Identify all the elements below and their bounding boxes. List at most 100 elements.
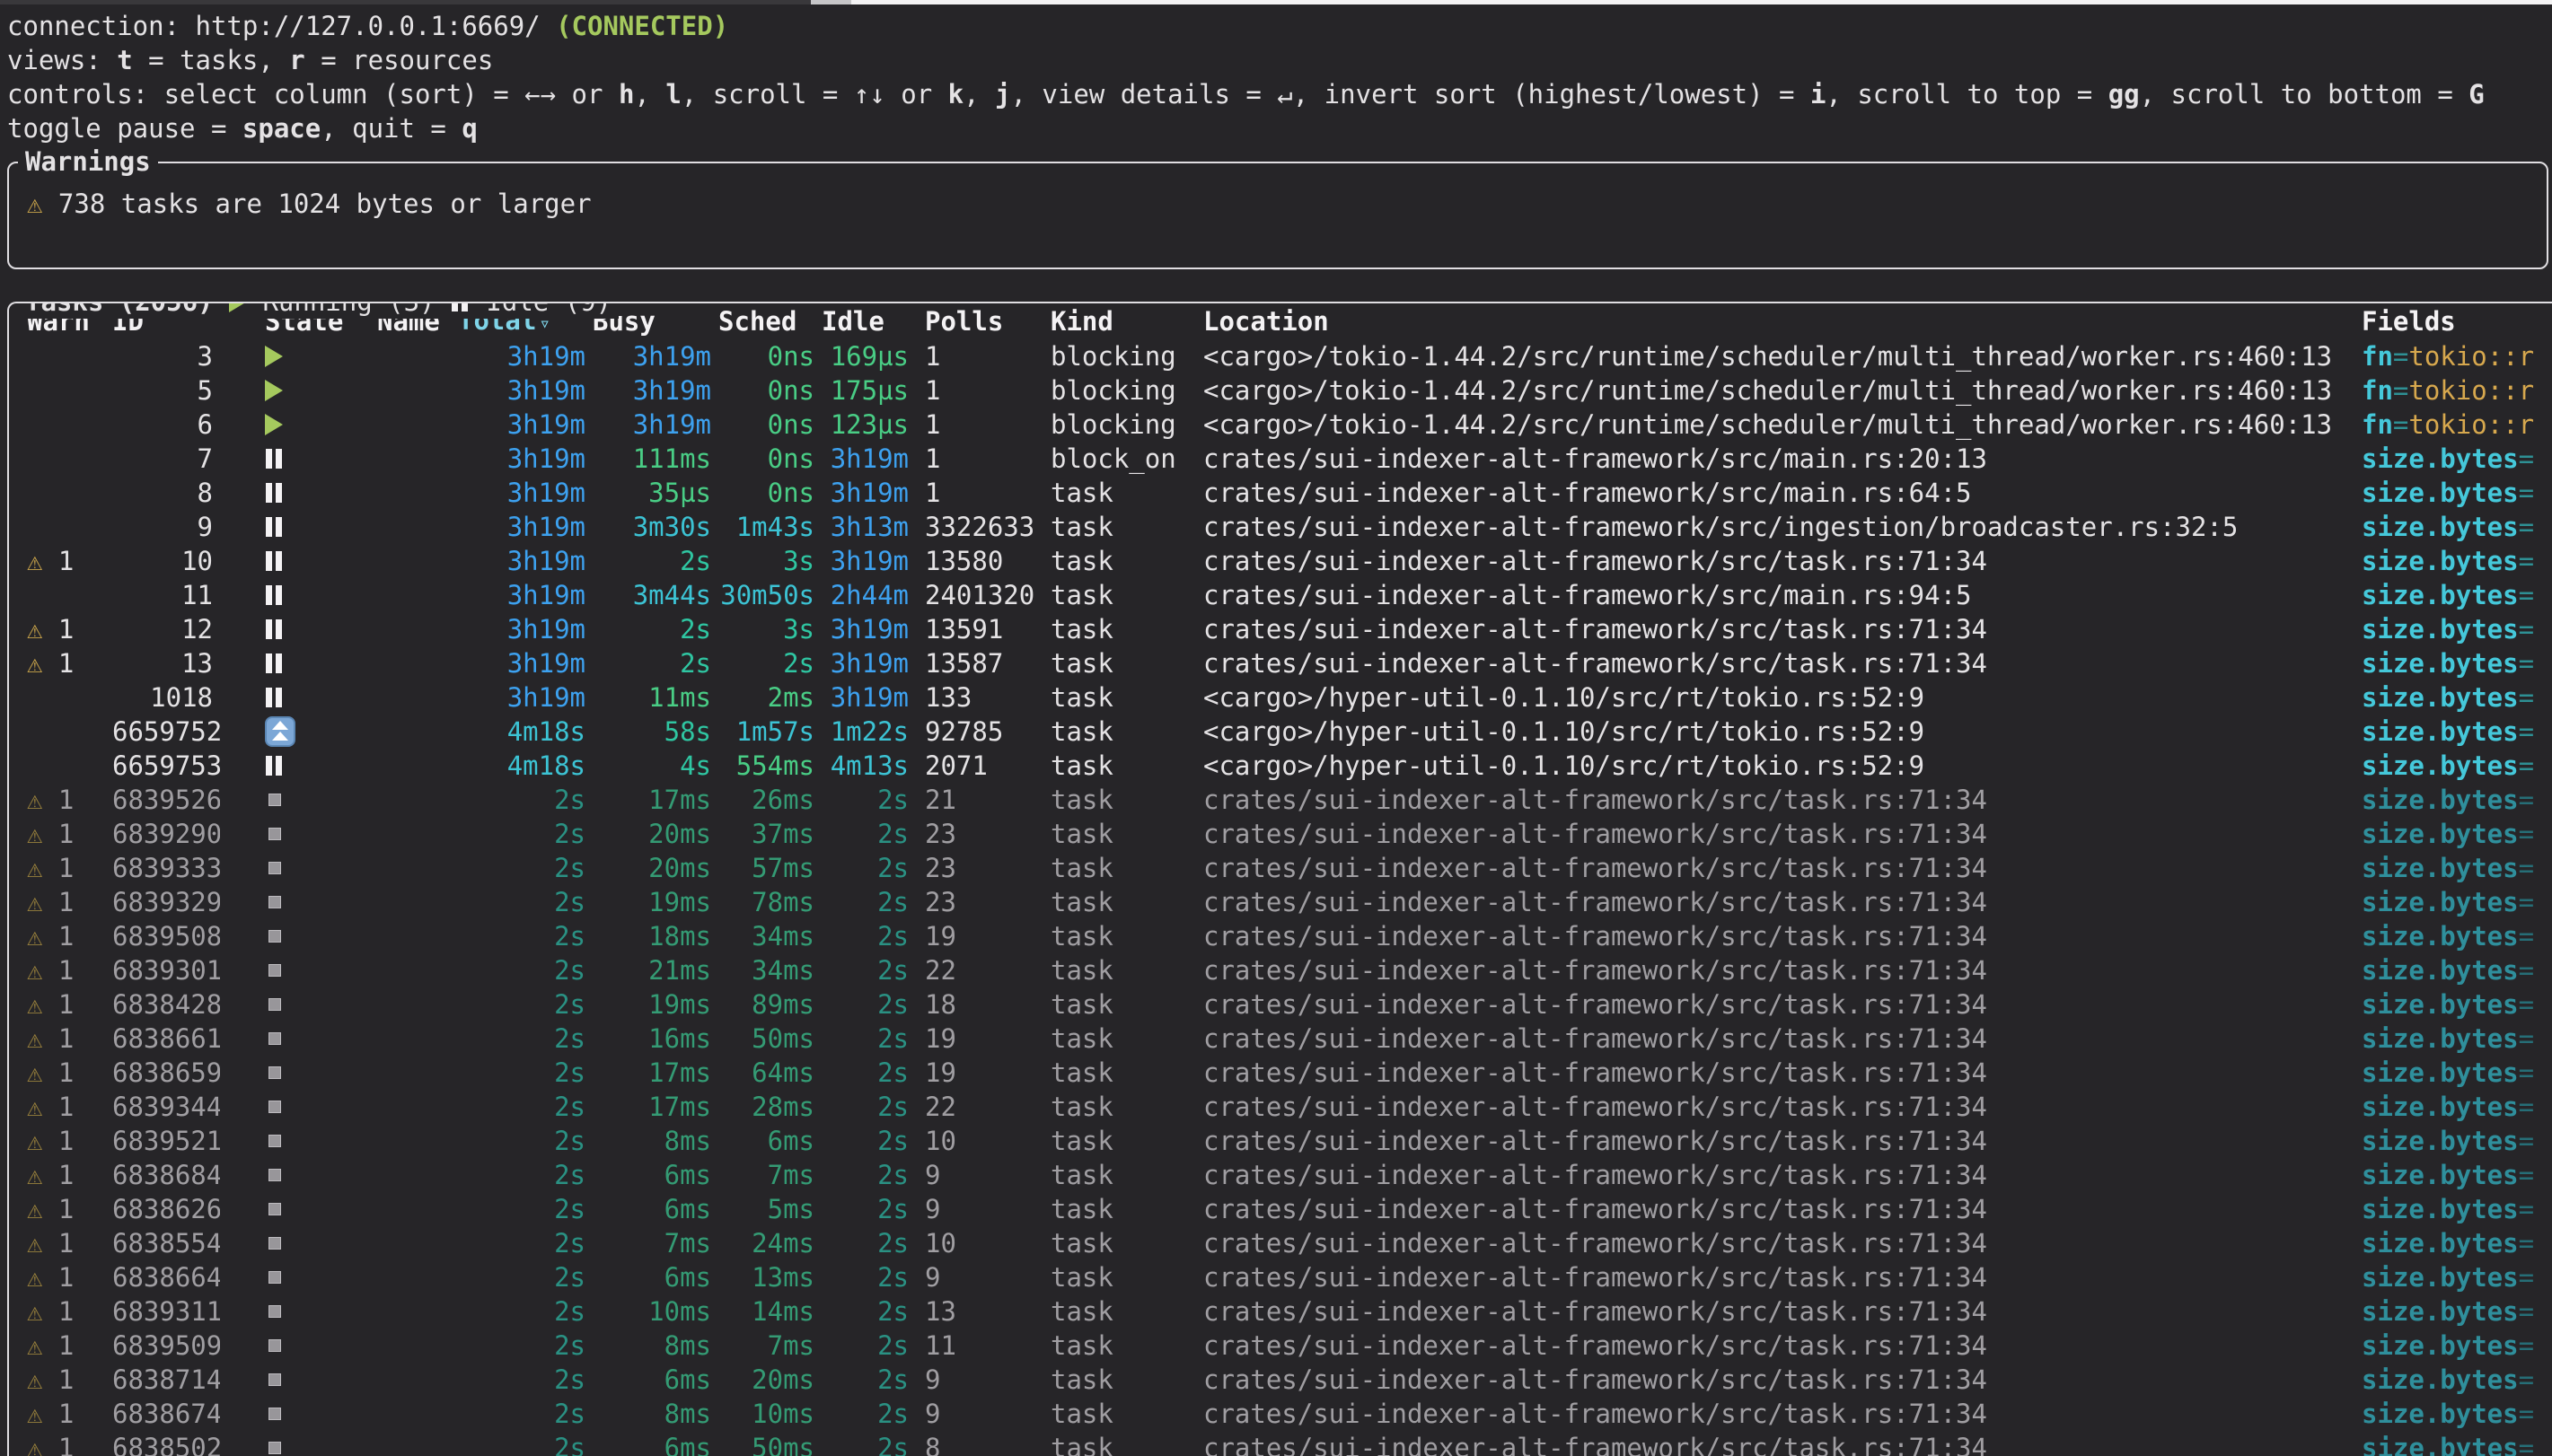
task-row: 33h19m3h19m0ns169µs1blocking<cargo>/toki…	[9, 339, 2552, 373]
column-header-idle: Idle	[822, 304, 916, 338]
warning-icon: ⚠	[27, 189, 42, 219]
task-row: 53h19m3h19m0ns175µs1blocking<cargo>/toki…	[9, 373, 2552, 408]
state-cell	[220, 716, 377, 747]
state-cell	[220, 1066, 377, 1079]
task-polls: 1	[916, 476, 1042, 510]
task-fields: size.bytes=	[2362, 1022, 2552, 1056]
task-kind: task	[1042, 1158, 1194, 1192]
state-cell	[220, 964, 377, 977]
task-fields: size.bytes=	[2362, 544, 2552, 578]
task-polls: 10	[916, 1226, 1042, 1260]
warn-cell: ⚠ 1	[27, 919, 112, 953]
task-row: ⚠ 168393332s20ms57ms2s23taskcrates/sui-i…	[9, 851, 2552, 885]
warn-cell: ⚠ 1	[27, 1090, 112, 1124]
task-id: 6	[112, 408, 220, 442]
task-kind: task	[1042, 1363, 1194, 1397]
task-fields: size.bytes=	[2362, 1090, 2552, 1124]
stopped-icon	[268, 794, 281, 806]
task-location: crates/sui-indexer-alt-framework/src/tas…	[1194, 919, 2362, 953]
task-id: 13	[112, 646, 220, 680]
task-fields: size.bytes=	[2362, 1397, 2552, 1431]
task-kind: task	[1042, 1124, 1194, 1158]
task-location: <cargo>/hyper-util-0.1.10/src/rt/tokio.r…	[1194, 680, 2362, 715]
task-polls: 1	[916, 373, 1042, 408]
task-polls: 1	[916, 339, 1042, 373]
task-fields: size.bytes=	[2362, 1056, 2552, 1090]
task-fields: size.bytes=	[2362, 442, 2552, 476]
idle-icon	[265, 515, 285, 539]
warn-cell: ⚠ 1	[27, 953, 112, 987]
task-row: 63h19m3h19m0ns123µs1blocking<cargo>/toki…	[9, 408, 2552, 442]
state-cell	[220, 346, 377, 367]
task-kind: task	[1042, 1056, 1194, 1090]
task-row: ⚠ 168387142s6ms20ms2s9taskcrates/sui-ind…	[9, 1363, 2552, 1397]
task-row: ⚠ 168386262s6ms5ms2s9taskcrates/sui-inde…	[9, 1192, 2552, 1226]
running-icon	[265, 346, 283, 367]
task-location: crates/sui-indexer-alt-framework/src/tas…	[1194, 1158, 2362, 1192]
task-fields: size.bytes=	[2362, 885, 2552, 919]
terminal-screen[interactable]: connection: http://127.0.0.1:6669/ (CONN…	[0, 0, 2552, 1456]
warning-icon: ⚠	[27, 1057, 42, 1088]
warn-cell: ⚠ 1	[27, 1056, 112, 1090]
task-kind: task	[1042, 1022, 1194, 1056]
task-fields: size.bytes=	[2362, 1192, 2552, 1226]
task-id: 9	[112, 510, 220, 544]
task-kind: task	[1042, 1397, 1194, 1431]
table-body: 33h19m3h19m0ns169µs1blocking<cargo>/toki…	[9, 339, 2552, 1456]
task-id: 8	[112, 476, 220, 510]
tasks-count-label: Tasks (2056)	[25, 302, 229, 319]
warning-icon: ⚠	[27, 1228, 42, 1259]
task-location: crates/sui-indexer-alt-framework/src/tas…	[1194, 1363, 2362, 1397]
task-row: ⚠ 168395092s8ms7ms2s11taskcrates/sui-ind…	[9, 1329, 2552, 1363]
task-polls: 23	[916, 851, 1042, 885]
task-row: ⚠ 168385022s6ms50ms2s8taskcrates/sui-ind…	[9, 1431, 2552, 1456]
task-id: 6838684	[112, 1158, 220, 1192]
task-kind: task	[1042, 1294, 1194, 1329]
idle-icon	[265, 583, 285, 607]
task-row: ⚠ 1123h19m2s3s3h19m13591taskcrates/sui-i…	[9, 612, 2552, 646]
state-cell	[220, 583, 377, 607]
task-row: ⚠ 168392902s20ms37ms2s23taskcrates/sui-i…	[9, 817, 2552, 851]
task-location: crates/sui-indexer-alt-framework/src/tas…	[1194, 1294, 2362, 1329]
warn-cell: ⚠ 1	[27, 1397, 112, 1431]
task-id: 1018	[112, 680, 220, 715]
state-cell	[220, 380, 377, 401]
task-fields: size.bytes=	[2362, 715, 2552, 749]
task-id: 6838502	[112, 1431, 220, 1456]
task-id: 6838554	[112, 1226, 220, 1260]
warning-icon: ⚠	[27, 1092, 42, 1122]
task-fields: size.bytes=	[2362, 987, 2552, 1022]
task-id: 6839509	[112, 1329, 220, 1363]
state-cell	[220, 414, 377, 435]
task-location: crates/sui-indexer-alt-framework/src/mai…	[1194, 442, 2362, 476]
task-kind: task	[1042, 680, 1194, 715]
warning-icon: ⚠	[27, 1364, 42, 1395]
task-id: 6838664	[112, 1260, 220, 1294]
task-row: ⚠ 168393442s17ms28ms2s22taskcrates/sui-i…	[9, 1090, 2552, 1124]
warning-icon: ⚠	[27, 819, 42, 849]
column-header-fields: Fields	[2362, 304, 2552, 338]
idle-icon	[265, 652, 285, 675]
task-id: 6838674	[112, 1397, 220, 1431]
task-kind: task	[1042, 715, 1194, 749]
task-id: 6839333	[112, 851, 220, 885]
task-polls: 13580	[916, 544, 1042, 578]
task-kind: task	[1042, 578, 1194, 612]
column-header-kind: Kind	[1042, 304, 1194, 338]
task-location: crates/sui-indexer-alt-framework/src/tas…	[1194, 987, 2362, 1022]
task-location: crates/sui-indexer-alt-framework/src/tas…	[1194, 783, 2362, 817]
task-location: crates/sui-indexer-alt-framework/src/tas…	[1194, 612, 2362, 646]
task-location: crates/sui-indexer-alt-framework/src/tas…	[1194, 1124, 2362, 1158]
idle-icon	[451, 302, 471, 313]
warn-cell: ⚠ 1	[27, 1260, 112, 1294]
task-fields: size.bytes=	[2362, 510, 2552, 544]
task-polls: 19	[916, 1056, 1042, 1090]
state-cell	[220, 1305, 377, 1318]
idle-icon	[265, 447, 285, 470]
task-location: crates/sui-indexer-alt-framework/src/tas…	[1194, 1192, 2362, 1226]
task-polls: 13591	[916, 612, 1042, 646]
task-kind: task	[1042, 953, 1194, 987]
warn-cell: ⚠ 1	[27, 1124, 112, 1158]
task-fields: size.bytes=	[2362, 1431, 2552, 1456]
stopped-icon	[268, 964, 281, 977]
